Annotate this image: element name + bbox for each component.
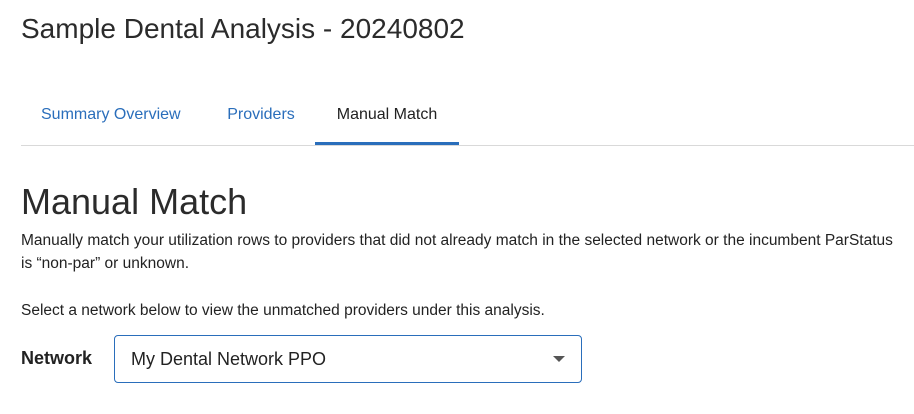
section-heading: Manual Match	[21, 181, 248, 222]
description-text: Manually match your utilization rows to …	[21, 232, 893, 272]
tab-providers[interactable]: Providers	[207, 84, 315, 145]
page-title: Sample Dental Analysis - 20240802	[21, 13, 465, 44]
chevron-down-icon	[553, 356, 565, 362]
tab-manual-match[interactable]: Manual Match	[315, 84, 459, 145]
page: Sample Dental Analysis - 20240802 Summar…	[0, 0, 914, 414]
tab-bar: Summary Overview Providers Manual Match	[21, 84, 914, 146]
network-label: Network	[21, 348, 93, 368]
tab-summary-overview[interactable]: Summary Overview	[21, 84, 207, 145]
instruction-text: Select a network below to view the unmat…	[21, 302, 545, 319]
network-select[interactable]: My Dental Network PPO	[114, 335, 582, 383]
network-selected-value: My Dental Network PPO	[131, 348, 327, 369]
